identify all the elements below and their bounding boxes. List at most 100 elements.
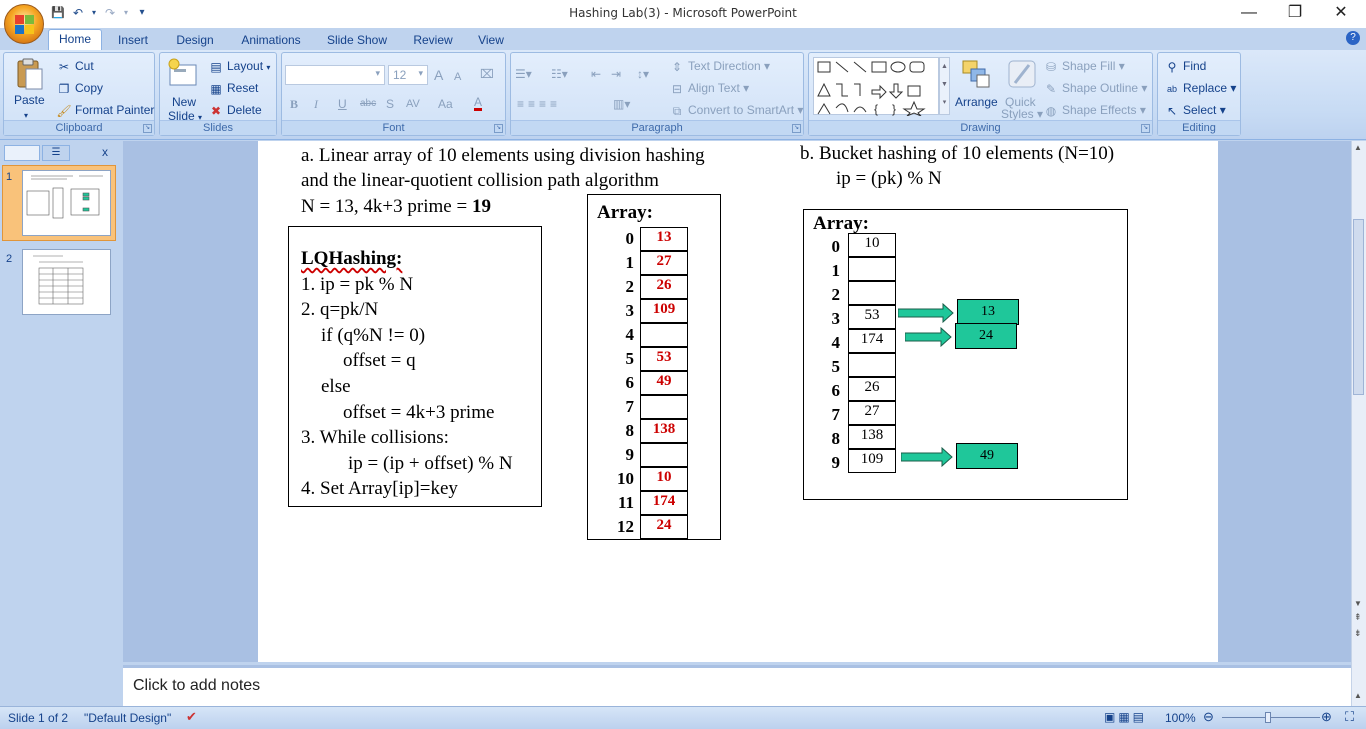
layout-button[interactable]: ▤ Layout ▾ bbox=[208, 57, 270, 75]
cut-button[interactable]: ✂ Cut bbox=[56, 57, 94, 75]
help-icon[interactable]: ? bbox=[1346, 31, 1360, 45]
zoom-slider[interactable] bbox=[1222, 717, 1320, 718]
zoom-out-icon[interactable]: ⊖ bbox=[1203, 709, 1214, 725]
numbering-icon[interactable]: ☷▾ bbox=[551, 65, 568, 83]
font-color-button[interactable]: A bbox=[474, 95, 483, 111]
arrange-button[interactable]: Arrange bbox=[955, 93, 998, 111]
change-case-button[interactable]: Aa bbox=[438, 95, 453, 113]
office-button[interactable] bbox=[4, 4, 44, 44]
close-panel-button[interactable]: x bbox=[102, 145, 114, 161]
font-name-input[interactable]: ▾ bbox=[285, 65, 385, 85]
tab-animations[interactable]: Animations bbox=[234, 31, 308, 50]
array-a-cell bbox=[640, 395, 688, 419]
restore-button[interactable]: ❐ bbox=[1272, 0, 1318, 28]
replace-button[interactable]: ab Replace ▾ bbox=[1164, 79, 1236, 97]
window-title: Hashing Lab(3) - Microsoft PowerPoint bbox=[569, 6, 797, 20]
drawing-group-title: Drawing bbox=[809, 120, 1152, 135]
delete-button[interactable]: ✖ Delete bbox=[208, 101, 262, 119]
shape-effects-button[interactable]: ◍ Shape Effects ▾ bbox=[1043, 101, 1146, 119]
slide-thumbnail-2[interactable] bbox=[22, 249, 111, 315]
tab-review[interactable]: Review bbox=[406, 31, 460, 50]
notes-pane[interactable]: Click to add notes bbox=[123, 665, 1351, 706]
drawing-launcher-icon[interactable]: ↘ bbox=[1141, 124, 1150, 133]
new-slide-icon[interactable] bbox=[166, 57, 200, 91]
minimize-button[interactable]: — bbox=[1226, 0, 1272, 28]
quick-styles-icon[interactable] bbox=[1005, 57, 1039, 91]
next-slide-icon[interactable]: ⇟ bbox=[1354, 629, 1362, 638]
zoom-level[interactable]: 100% bbox=[1165, 711, 1196, 725]
slide-thumbnail-1[interactable] bbox=[22, 170, 111, 236]
italic-button[interactable]: I bbox=[314, 95, 318, 113]
notes-scroll-up-icon[interactable]: ▲ bbox=[1354, 691, 1362, 700]
reset-icon: ▦ bbox=[210, 81, 222, 96]
tab-slide-show[interactable]: Slide Show bbox=[320, 31, 394, 50]
effects-icon: ◍ bbox=[1045, 103, 1057, 118]
vertical-scrollbar[interactable]: ▲ ▼ ⇞ ⇟ ▲ bbox=[1351, 141, 1366, 706]
align-text-icon: ⊟ bbox=[671, 81, 683, 96]
array-b-index: 1 bbox=[831, 261, 841, 280]
view-buttons-icon[interactable]: ▣▦▤ bbox=[1104, 710, 1147, 724]
prev-slide-icon[interactable]: ⇞ bbox=[1354, 613, 1362, 622]
text-direction-button[interactable]: ⇕ Text Direction ▾ bbox=[669, 57, 770, 75]
outline-tab-icon[interactable]: ☰ bbox=[42, 145, 70, 161]
line-spacing-icon[interactable]: ↕▾ bbox=[637, 65, 649, 83]
tab-design[interactable]: Design bbox=[168, 31, 222, 50]
bullets-icon[interactable]: ☰▾ bbox=[515, 65, 532, 83]
arrange-icon[interactable] bbox=[959, 57, 993, 91]
shape-outline-button[interactable]: ✎ Shape Outline ▾ bbox=[1043, 79, 1147, 97]
clipboard-launcher-icon[interactable]: ↘ bbox=[143, 124, 152, 133]
shape-fill-button[interactable]: ⛁ Shape Fill ▾ bbox=[1043, 57, 1125, 75]
array-b-index: 5 bbox=[831, 357, 841, 376]
editing-group: ⚲ Find ab Replace ▾ ↖ Select ▾ Editing bbox=[1157, 52, 1241, 136]
tab-insert[interactable]: Insert bbox=[110, 31, 156, 50]
slides-tab-icon[interactable] bbox=[4, 145, 40, 161]
array-a-index: 0 bbox=[625, 229, 635, 248]
shadow-button[interactable]: S bbox=[386, 95, 394, 113]
underline-button[interactable]: U bbox=[338, 95, 347, 113]
find-button[interactable]: ⚲ Find bbox=[1164, 57, 1207, 75]
columns-icon[interactable]: ▥▾ bbox=[613, 95, 630, 113]
strikethrough-button[interactable]: abc bbox=[360, 95, 376, 113]
slide-canvas[interactable]: a. Linear array of 10 elements using div… bbox=[258, 141, 1218, 662]
pencil-icon: ✎ bbox=[1045, 81, 1057, 96]
array-a-cell: 26 bbox=[640, 275, 688, 299]
bucket-arrow-icon bbox=[898, 303, 954, 323]
thumbnail-1-number: 1 bbox=[6, 171, 13, 183]
shapes-scroll[interactable]: ▲ ▼ ▾ bbox=[939, 57, 950, 115]
thumbnail-2-number: 2 bbox=[6, 253, 13, 265]
scroll-down-icon[interactable]: ▼ bbox=[1354, 599, 1362, 608]
convert-smartart-button[interactable]: ⧉ Convert to SmartArt ▾ bbox=[669, 101, 804, 119]
bold-button[interactable]: B bbox=[290, 95, 298, 113]
clipboard-group-title: Clipboard bbox=[4, 120, 154, 135]
align-buttons-icon[interactable]: ≡≡≡≡ bbox=[517, 95, 561, 113]
select-button[interactable]: ↖ Select ▾ bbox=[1164, 101, 1226, 119]
zoom-in-icon[interactable]: ⊕ bbox=[1321, 709, 1332, 725]
increase-indent-icon[interactable]: ⇥ bbox=[611, 65, 621, 83]
font-size-input[interactable]: 12 ▾ bbox=[388, 65, 428, 85]
array-a-index: 8 bbox=[625, 421, 635, 440]
scroll-thumb[interactable] bbox=[1353, 219, 1364, 395]
grow-font-button[interactable]: A bbox=[434, 66, 443, 84]
align-text-button[interactable]: ⊟ Align Text ▾ bbox=[669, 79, 749, 97]
clear-format-icon[interactable]: ⌧ bbox=[480, 65, 494, 83]
paste-icon[interactable] bbox=[12, 57, 46, 91]
scroll-up-icon[interactable]: ▲ bbox=[1354, 143, 1362, 152]
format-painter-button[interactable]: 🖌 Format Painter bbox=[56, 101, 154, 119]
tab-view[interactable]: View bbox=[470, 31, 512, 50]
font-launcher-icon[interactable]: ↘ bbox=[494, 124, 503, 133]
decrease-indent-icon[interactable]: ⇤ bbox=[591, 65, 601, 83]
reset-button[interactable]: ▦ Reset bbox=[208, 79, 258, 97]
paragraph-launcher-icon[interactable]: ↘ bbox=[792, 124, 801, 133]
shapes-gallery[interactable]: {} bbox=[813, 57, 939, 117]
shrink-font-button[interactable]: A bbox=[454, 68, 461, 86]
status-bar: Slide 1 of 2 "Default Design" ✔ ▣▦▤ 100%… bbox=[0, 706, 1366, 729]
copy-button[interactable]: ❐ Copy bbox=[56, 79, 103, 97]
spelling-check-icon[interactable]: ✔ bbox=[186, 709, 197, 725]
paste-button[interactable]: Paste bbox=[14, 91, 45, 109]
char-spacing-button[interactable]: AV bbox=[406, 95, 420, 113]
zoom-slider-thumb[interactable] bbox=[1265, 712, 1271, 723]
fit-to-window-icon[interactable]: ⛶ bbox=[1345, 709, 1354, 725]
array-b-cell bbox=[848, 281, 896, 305]
close-button[interactable]: ✕ bbox=[1318, 0, 1364, 28]
tab-home[interactable]: Home bbox=[48, 29, 102, 50]
